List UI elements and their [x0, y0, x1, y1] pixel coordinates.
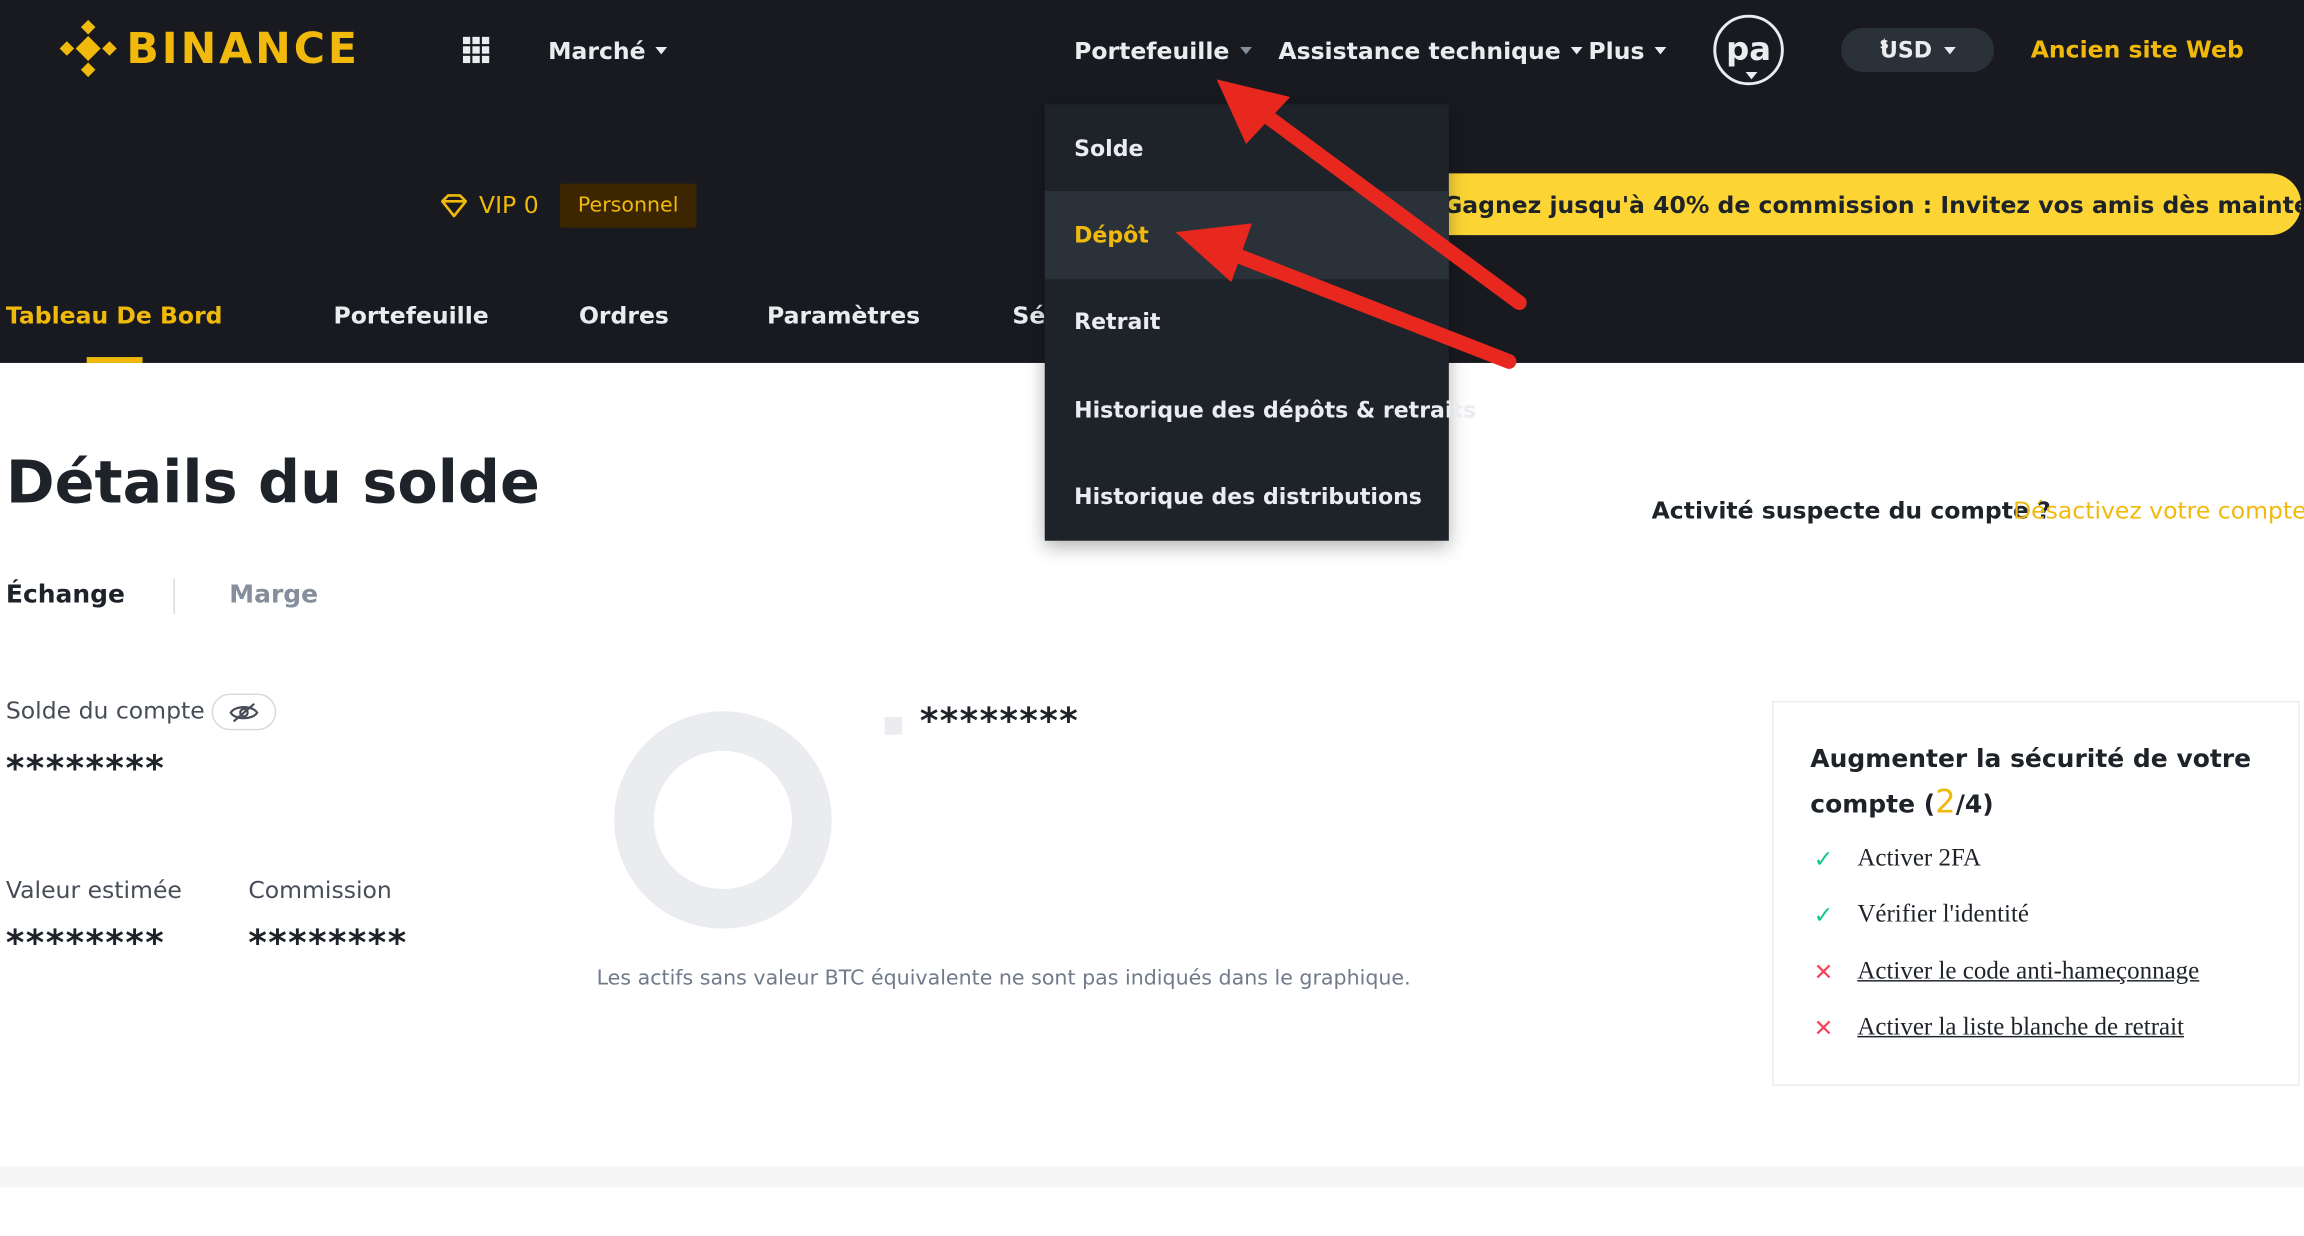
currency-label: USD: [1879, 36, 1933, 64]
cross-icon: ✕: [1813, 957, 1834, 986]
chevron-down-icon: [1654, 46, 1667, 54]
page: BINANCE Marché Portefeuille Assistance t…: [0, 0, 2304, 1236]
wallet-dropdown-menu: Solde Dépôt Retrait Historique des dépôt…: [1044, 104, 1476, 541]
diamond-icon: [440, 193, 468, 217]
promo-banner[interactable]: Gagnez jusqu'à 40% de commission : Invit…: [1410, 173, 2302, 236]
nav-market[interactable]: Marché: [548, 35, 668, 64]
chevron-down-icon: [1943, 46, 1956, 54]
binance-logo-icon: [59, 19, 117, 78]
security-progress-done: 2: [1935, 784, 1956, 822]
avatar-caret-icon: [1745, 72, 1758, 80]
subtab-exchange[interactable]: Échange: [6, 580, 125, 609]
nav-more-label: Plus: [1588, 36, 1645, 64]
security-item-label: Activer 2FA: [1857, 843, 1982, 872]
promo-banner-text: Gagnez jusqu'à 40% de commission : Invit…: [1442, 190, 2302, 219]
security-title-line1: Augmenter la sécurité de votre: [1810, 744, 2252, 775]
suspect-activity-text: Activité suspecte du compte ?: [1651, 496, 2051, 525]
commission-value: ********: [248, 922, 408, 964]
security-progress-total: /4): [1955, 790, 1994, 820]
chevron-down-icon: [655, 46, 668, 54]
check-icon: ✓: [1813, 900, 1834, 928]
vip-level[interactable]: VIP 0: [440, 191, 539, 219]
old-site-link[interactable]: Ancien site Web: [2031, 35, 2244, 63]
tab-wallet[interactable]: Portefeuille: [334, 301, 489, 329]
chevron-down-icon: [1570, 46, 1583, 54]
cross-icon: ✕: [1813, 1013, 1834, 1042]
vip-label: VIP 0: [479, 191, 539, 219]
nav-wallet-label: Portefeuille: [1074, 36, 1230, 64]
nav-support-label: Assistance technique: [1278, 36, 1561, 64]
nav-market-label: Marché: [548, 36, 646, 64]
apps-grid-icon[interactable]: [462, 36, 490, 69]
page-title: Détails du solde: [5, 449, 540, 518]
estimated-value-label: Valeur estimée: [5, 875, 182, 904]
tab-orders[interactable]: Ordres: [579, 301, 669, 329]
tab-settings[interactable]: Paramètres: [767, 301, 920, 329]
security-item-identity: ✓ Vérifier l'identité: [1810, 899, 2029, 928]
chevron-down-icon: [1239, 46, 1252, 54]
security-card: Augmenter la sécurité de votre compte (2…: [1772, 700, 2300, 1086]
tab-dashboard[interactable]: Tableau De Bord: [6, 301, 223, 329]
eye-off-icon: [229, 702, 259, 722]
security-item-whitelist[interactable]: ✕ Activer la liste blanche de retrait: [1810, 1012, 2184, 1041]
security-item-2fa: ✓ Activer 2FA: [1810, 843, 1981, 872]
nav-more[interactable]: Plus: [1588, 35, 1667, 64]
security-title-line2: compte (: [1810, 790, 1936, 820]
subtab-divider: [173, 578, 175, 615]
disable-account-link[interactable]: Désactivez votre compte: [2013, 497, 2304, 525]
chart-note: Les actifs sans valeur BTC équivalente n…: [596, 966, 1411, 991]
currency-selector[interactable]: $USD: [1841, 27, 1994, 73]
section-divider: [0, 1166, 2304, 1188]
subtab-margin[interactable]: Marge: [229, 580, 318, 609]
chart-legend-value: ********: [919, 700, 1080, 743]
menu-item-balance[interactable]: Solde: [1045, 104, 1449, 191]
nav-support[interactable]: Assistance technique: [1278, 35, 1583, 64]
security-title: Augmenter la sécurité de votre compte (2…: [1810, 738, 2251, 828]
active-tab-indicator: [86, 357, 143, 363]
avatar[interactable]: pa: [1713, 14, 1784, 86]
estimated-value: ********: [5, 922, 166, 964]
commission-label: Commission: [248, 875, 392, 904]
balance-donut-chart: [614, 711, 832, 929]
chart-legend-swatch: [884, 717, 903, 735]
menu-item-withdraw[interactable]: Retrait: [1045, 279, 1449, 366]
account-balance-label: Solde du compte: [5, 696, 205, 725]
check-icon: ✓: [1813, 844, 1834, 873]
account-balance-value: ********: [5, 747, 166, 790]
avatar-initials: pa: [1726, 31, 1772, 69]
tab-security[interactable]: Sé: [1012, 301, 1045, 329]
nav-wallet[interactable]: Portefeuille: [1074, 35, 1252, 64]
logo-text: BINANCE: [126, 23, 360, 74]
hide-balance-toggle[interactable]: [211, 693, 277, 731]
security-item-label[interactable]: Activer la liste blanche de retrait: [1857, 1012, 2184, 1041]
security-item-label[interactable]: Activer le code anti-hameçonnage: [1857, 957, 2199, 986]
account-type-badge: Personnel: [559, 183, 697, 228]
menu-item-distributions[interactable]: Historique des distributions: [1045, 453, 1449, 540]
menu-item-history[interactable]: Historique des dépôts & retraits: [1045, 366, 1476, 453]
binance-logo[interactable]: BINANCE: [59, 19, 360, 78]
menu-item-deposit[interactable]: Dépôt: [1044, 191, 1449, 279]
security-item-label: Vérifier l'identité: [1857, 899, 2029, 928]
security-item-anti-phishing[interactable]: ✕ Activer le code anti-hameçonnage: [1810, 957, 2200, 986]
